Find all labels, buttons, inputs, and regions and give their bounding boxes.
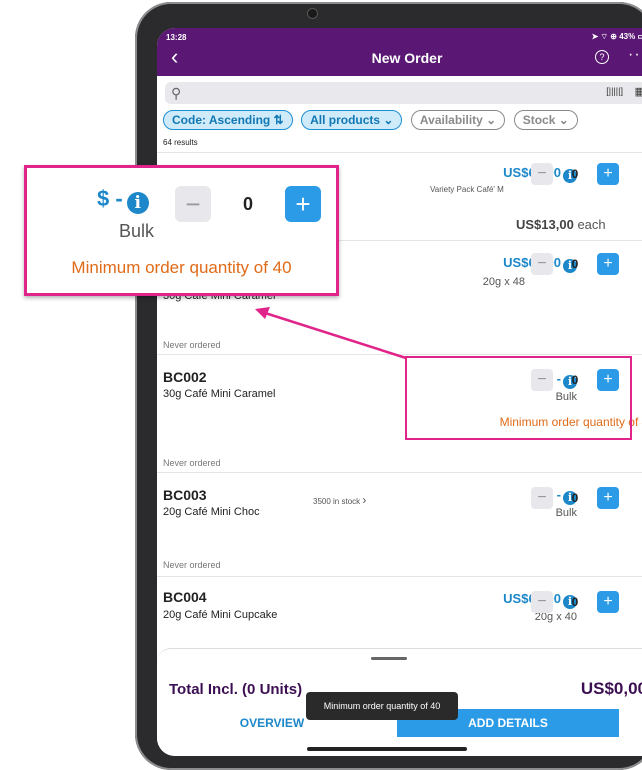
- zoom-callout: $ -i − 0 + Bulk Minimum order quantity o…: [24, 165, 339, 296]
- info-icon: i: [126, 192, 149, 214]
- zoom-variant: Bulk: [119, 221, 155, 241]
- decrease-button: −: [175, 186, 211, 222]
- quantity-value: 0: [242, 194, 253, 214]
- zoom-warning: Minimum order quantity of 40: [71, 258, 292, 277]
- zoom-price: $ -i: [97, 186, 149, 214]
- increase-button: +: [285, 186, 321, 222]
- callout-arrow: [255, 307, 407, 360]
